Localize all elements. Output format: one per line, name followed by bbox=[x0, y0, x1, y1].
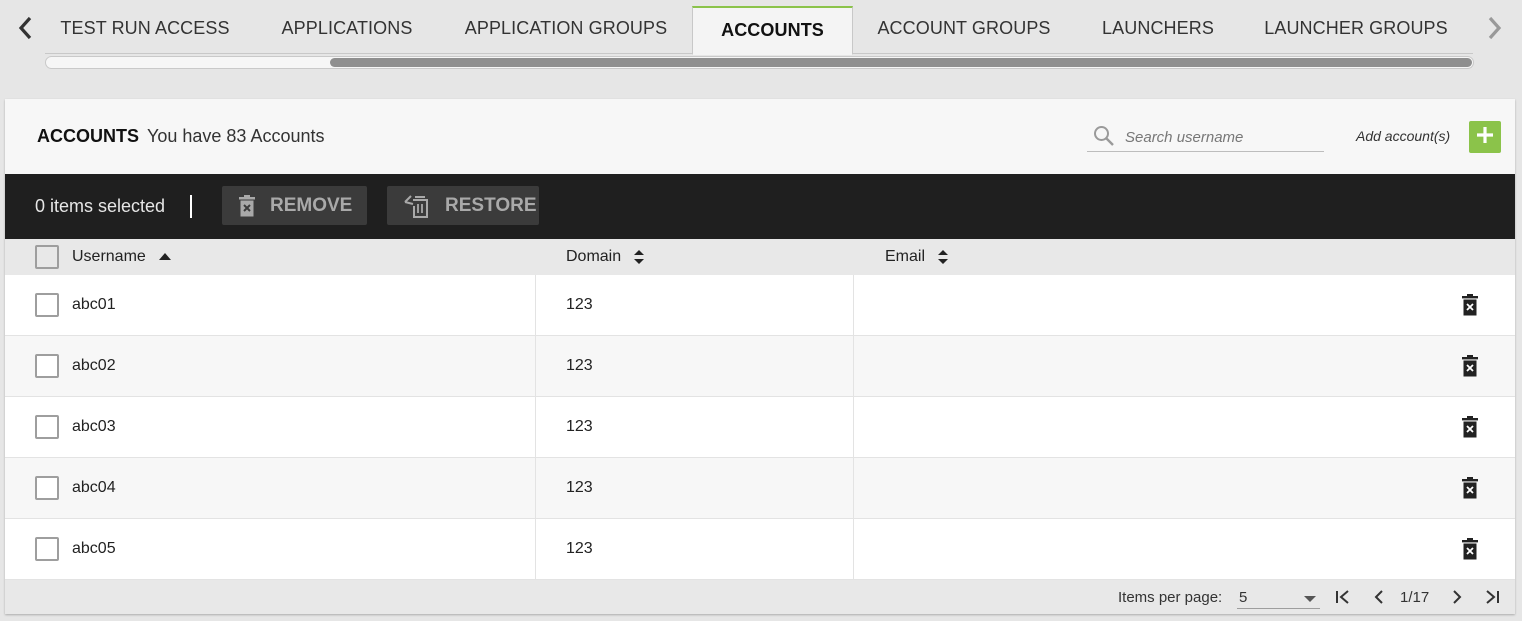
domain-cell: 123 bbox=[566, 357, 593, 374]
items-per-page-select[interactable]: 5 bbox=[1237, 587, 1320, 609]
username-cell: abc05 bbox=[72, 540, 116, 557]
column-label: Domain bbox=[566, 248, 622, 265]
items-per-page-value: 5 bbox=[1239, 589, 1248, 606]
tabs: TEST RUN ACCESS APPLICATIONS APPLICATION… bbox=[45, 6, 1473, 55]
trash-icon[interactable] bbox=[1460, 354, 1480, 378]
tab-application-groups[interactable]: APPLICATION GROUPS bbox=[445, 6, 687, 54]
sort-icon bbox=[633, 249, 645, 265]
sort-icon bbox=[937, 249, 949, 265]
row-checkbox[interactable] bbox=[35, 293, 59, 317]
remove-button[interactable]: REMOVE bbox=[222, 186, 367, 225]
table-row: abc01 123 bbox=[5, 275, 1515, 336]
accounts-count: You have 83 Accounts bbox=[147, 126, 325, 146]
remove-button-label: REMOVE bbox=[270, 194, 353, 216]
username-cell: abc04 bbox=[72, 479, 116, 496]
pagination-bar: Items per page: 5 1/17 bbox=[5, 580, 1515, 614]
tab-account-groups[interactable]: ACCOUNT GROUPS bbox=[859, 6, 1069, 54]
tab-launcher-groups[interactable]: LAUNCHER GROUPS bbox=[1250, 6, 1462, 54]
items-per-page-label: Items per page: bbox=[1118, 589, 1223, 606]
select-all-checkbox[interactable] bbox=[35, 245, 59, 269]
trash-icon[interactable] bbox=[1460, 415, 1480, 439]
table-row: abc04 123 bbox=[5, 458, 1515, 519]
card-header: ACCOUNTS You have 83 Accounts Add accoun… bbox=[5, 99, 1515, 174]
column-header-domain[interactable]: Domain bbox=[566, 248, 645, 266]
column-header-email[interactable]: Email bbox=[885, 248, 949, 266]
plus-icon bbox=[1475, 125, 1495, 150]
column-label: Username bbox=[72, 248, 146, 265]
tab-launchers[interactable]: LAUNCHERS bbox=[1079, 6, 1237, 54]
scrollbar-thumb[interactable] bbox=[330, 58, 1472, 67]
domain-cell: 123 bbox=[566, 296, 593, 313]
tabs-scrollbar[interactable] bbox=[45, 56, 1474, 69]
restore-icon bbox=[403, 194, 431, 218]
domain-cell: 123 bbox=[566, 540, 593, 557]
trash-icon bbox=[238, 194, 256, 217]
toolbar-divider bbox=[190, 195, 192, 218]
search-icon bbox=[1093, 125, 1115, 152]
trash-icon[interactable] bbox=[1460, 293, 1480, 317]
chevron-right-icon[interactable] bbox=[1483, 14, 1507, 42]
first-page-icon[interactable] bbox=[1333, 587, 1353, 607]
previous-page-icon[interactable] bbox=[1369, 587, 1389, 607]
domain-cell: 123 bbox=[566, 418, 593, 435]
trash-icon[interactable] bbox=[1460, 537, 1480, 561]
tab-bar: TEST RUN ACCESS APPLICATIONS APPLICATION… bbox=[0, 0, 1522, 98]
accounts-card: ACCOUNTS You have 83 Accounts Add accoun… bbox=[5, 99, 1515, 614]
selected-count: 0 items selected bbox=[35, 196, 166, 216]
restore-button-label: RESTORE bbox=[445, 194, 537, 216]
search-field bbox=[1087, 123, 1324, 152]
domain-cell: 123 bbox=[566, 479, 593, 496]
tab-accounts[interactable]: ACCOUNTS bbox=[692, 6, 853, 55]
table-row: abc03 123 bbox=[5, 397, 1515, 458]
table-row: abc05 123 bbox=[5, 519, 1515, 580]
add-accounts-label: Add account(s) bbox=[1356, 128, 1451, 144]
username-cell: abc03 bbox=[72, 418, 116, 435]
search-input[interactable] bbox=[1125, 126, 1315, 148]
row-checkbox[interactable] bbox=[35, 354, 59, 378]
tab-test-run-access[interactable]: TEST RUN ACCESS bbox=[45, 6, 245, 54]
username-cell: abc02 bbox=[72, 357, 116, 374]
restore-button[interactable]: RESTORE bbox=[387, 186, 539, 225]
last-page-icon[interactable] bbox=[1482, 587, 1502, 607]
column-header-username[interactable]: Username bbox=[72, 248, 172, 266]
chevron-left-icon[interactable] bbox=[13, 14, 37, 42]
row-checkbox[interactable] bbox=[35, 476, 59, 500]
trash-icon[interactable] bbox=[1460, 476, 1480, 500]
row-checkbox[interactable] bbox=[35, 537, 59, 561]
row-checkbox[interactable] bbox=[35, 415, 59, 439]
sort-ascending-icon bbox=[158, 252, 172, 262]
column-label: Email bbox=[885, 248, 926, 265]
chevron-down-icon bbox=[1304, 596, 1316, 602]
next-page-icon[interactable] bbox=[1447, 587, 1467, 607]
table-header: Username Domain Email bbox=[5, 239, 1515, 275]
selection-toolbar: 0 items selected REMOVE RESTORE bbox=[5, 174, 1515, 239]
page-indicator: 1/17 bbox=[1400, 589, 1430, 606]
table-row: abc02 123 bbox=[5, 336, 1515, 397]
add-account-button[interactable] bbox=[1469, 121, 1501, 153]
page-title: ACCOUNTS bbox=[37, 126, 139, 146]
tab-applications[interactable]: APPLICATIONS bbox=[255, 6, 439, 54]
username-cell: abc01 bbox=[72, 296, 116, 313]
